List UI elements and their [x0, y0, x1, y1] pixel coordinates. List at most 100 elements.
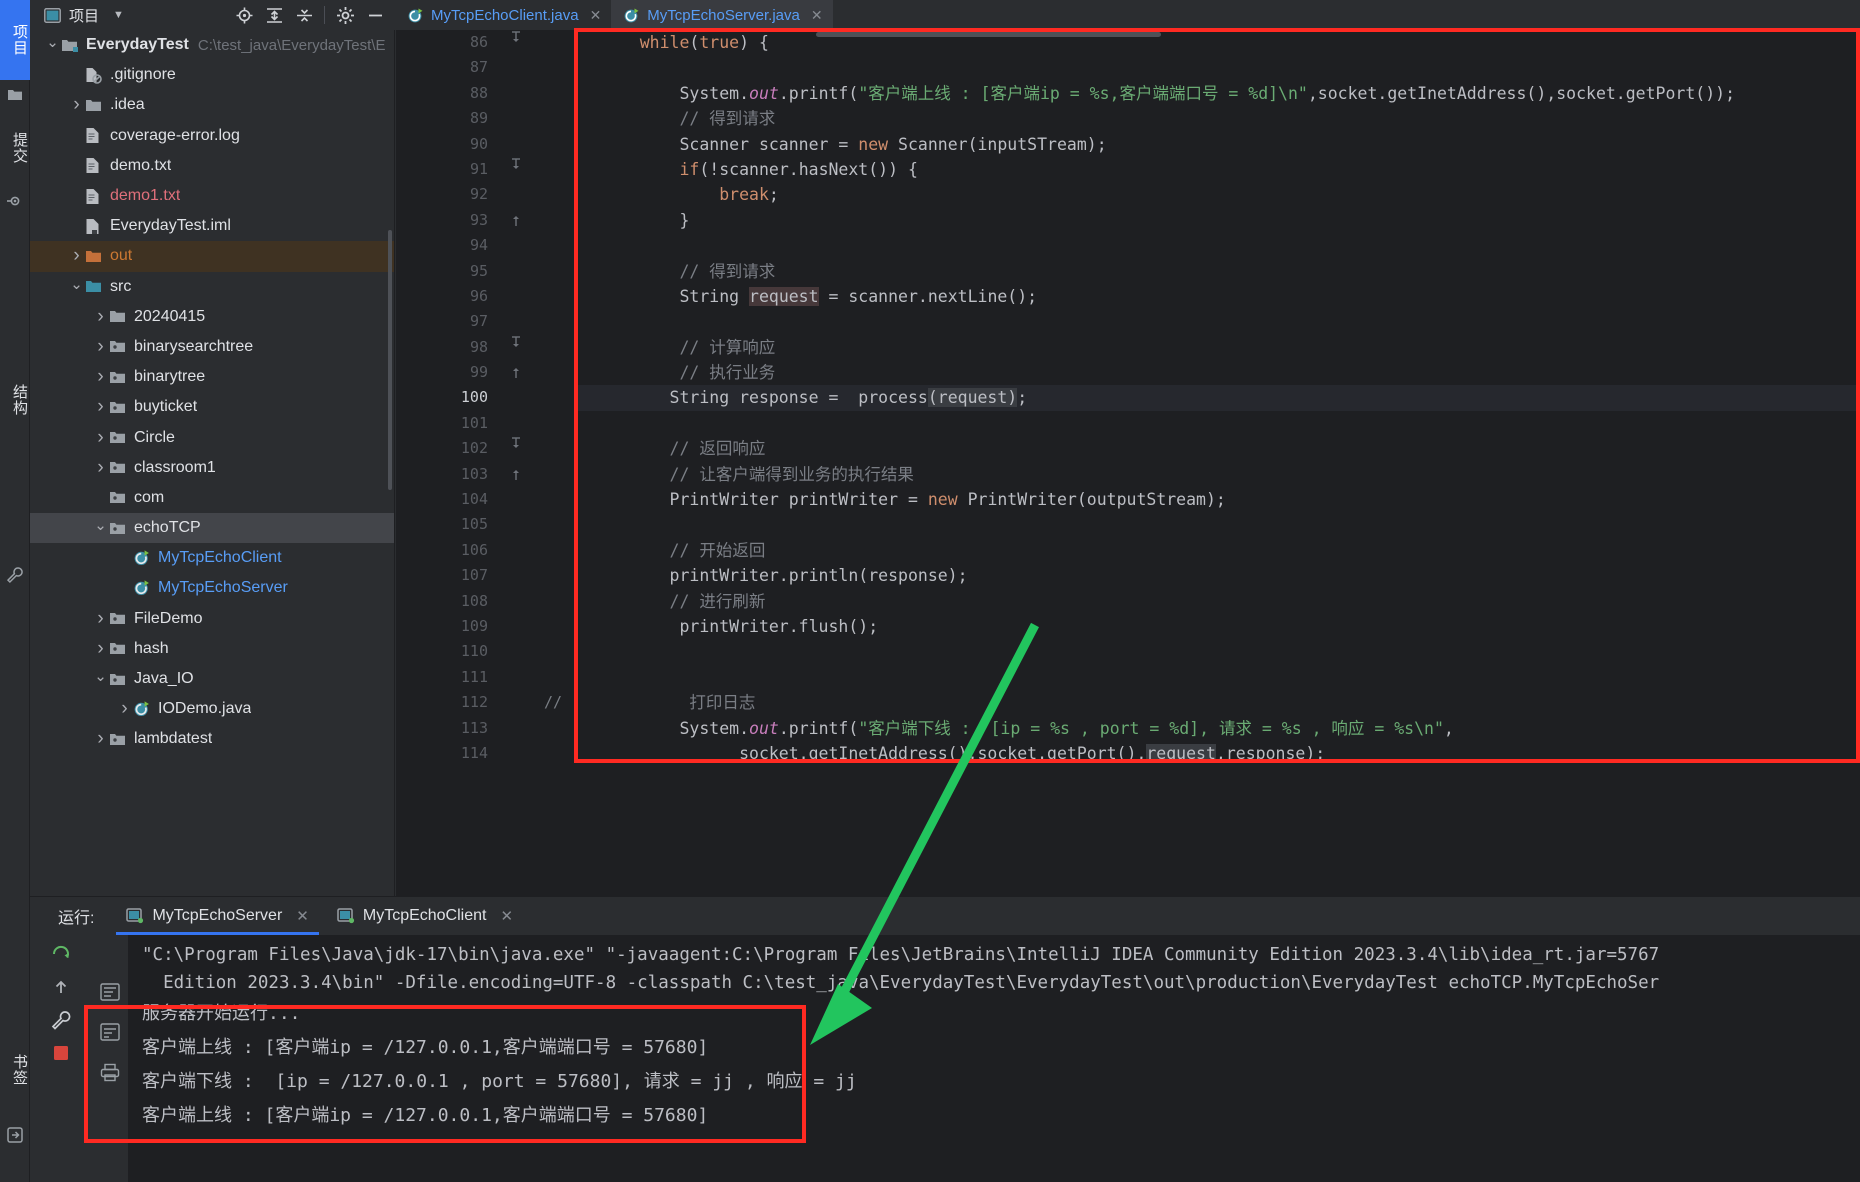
gutter-marker-slot[interactable]	[496, 462, 536, 487]
close-icon[interactable]: ✕	[500, 907, 513, 925]
gutter-marker-slot[interactable]	[496, 665, 536, 690]
editor-tab-mytcpechoserver[interactable]: MyTcpEchoServer.java ✕	[611, 0, 832, 30]
chevron-down-icon[interactable]: ⌄	[70, 275, 83, 293]
tree-item-mytcpechoclient[interactable]: MyTcpEchoClient	[30, 543, 394, 573]
gutter-marker-slot[interactable]	[496, 690, 536, 715]
tree-item-buyticket[interactable]: ›buyticket	[30, 392, 394, 422]
fold-slot[interactable]	[536, 106, 576, 131]
tree-item-mytcpechoserver[interactable]: MyTcpEchoServer	[30, 573, 394, 603]
chevron-right-icon[interactable]: ›	[94, 427, 107, 449]
tool-window-bookmarks[interactable]: 书签	[0, 1030, 30, 1110]
stop-icon[interactable]	[48, 1043, 74, 1063]
close-icon[interactable]: ✕	[590, 7, 602, 24]
chevron-right-icon[interactable]: ›	[94, 396, 107, 418]
gutter-marker-slot[interactable]	[496, 512, 536, 537]
fold-slot[interactable]	[536, 538, 576, 563]
code-line[interactable]: printWriter.flush();	[576, 614, 1860, 639]
tree-item-lambdatest[interactable]: ›lambdatest	[30, 724, 394, 754]
editor-fold-column[interactable]: //	[536, 30, 576, 896]
run-icon[interactable]	[0, 1120, 30, 1150]
gutter-marker-slot[interactable]	[496, 106, 536, 131]
tree-item-iodemo-java[interactable]: ›IODemo.java	[30, 694, 394, 724]
code-line[interactable]	[576, 512, 1860, 537]
code-editor[interactable]: 8687888990919293949596979899100101102103…	[396, 30, 1860, 896]
gutter-marker-slot[interactable]	[496, 741, 536, 766]
tree-item-coverage-error-log[interactable]: coverage-error.log	[30, 121, 394, 151]
chevron-right-icon[interactable]: ›	[70, 94, 83, 116]
chevron-right-icon[interactable]: ›	[70, 245, 83, 267]
tree-item-binarytree[interactable]: ›binarytree	[30, 362, 394, 392]
close-icon[interactable]: ✕	[811, 7, 823, 24]
fold-slot[interactable]	[536, 208, 576, 233]
gutter-marker-slot[interactable]	[496, 233, 536, 258]
fold-slot[interactable]	[536, 462, 576, 487]
gutter-marker-slot[interactable]	[496, 55, 536, 80]
tree-item-binarysearchtree[interactable]: ›binarysearchtree	[30, 332, 394, 362]
fold-slot[interactable]	[536, 233, 576, 258]
editor-horizontal-scrollbar[interactable]	[816, 32, 1161, 37]
fold-slot[interactable]	[536, 563, 576, 588]
tree-item-demo1-txt[interactable]: demo1.txt	[30, 181, 394, 211]
fold-slot[interactable]	[536, 665, 576, 690]
collapse-all-icon[interactable]	[294, 5, 314, 25]
expand-all-icon[interactable]	[264, 5, 284, 25]
editor-tab-mytcpechoclient[interactable]: MyTcpEchoClient.java ✕	[395, 0, 611, 30]
fold-slot[interactable]	[536, 132, 576, 157]
gutter-marker-slot[interactable]	[496, 487, 536, 512]
gutter-marker-slot[interactable]	[496, 716, 536, 741]
tree-item-out[interactable]: ›out	[30, 241, 394, 271]
code-line[interactable]: // 开始返回	[576, 538, 1860, 563]
sidebar-scrollbar[interactable]	[388, 230, 392, 490]
chevron-down-icon[interactable]: ⌄	[46, 33, 59, 51]
gutter-marker-slot[interactable]	[496, 589, 536, 614]
tree-item-src[interactable]: ⌄src	[30, 272, 394, 302]
fold-slot[interactable]	[536, 639, 576, 664]
gutter-marker-slot[interactable]	[496, 335, 536, 360]
chevron-right-icon[interactable]: ›	[94, 366, 107, 388]
fold-slot[interactable]: //	[536, 690, 576, 715]
code-line[interactable]: // 进行刷新	[576, 589, 1860, 614]
version-control-icon[interactable]	[0, 186, 30, 216]
gutter-marker-slot[interactable]	[496, 436, 536, 461]
gutter-marker-slot[interactable]	[496, 614, 536, 639]
code-line[interactable]	[576, 55, 1860, 80]
code-line[interactable]	[576, 233, 1860, 258]
code-line[interactable]: break;	[576, 182, 1860, 207]
tree-item-idea[interactable]: ›.idea	[30, 90, 394, 120]
soft-wrap-icon[interactable]	[97, 979, 123, 1005]
chevron-right-icon[interactable]: ›	[94, 336, 107, 358]
fold-slot[interactable]	[536, 436, 576, 461]
tool-window-project[interactable]: 项目	[0, 0, 30, 80]
chevron-down-icon[interactable]: ⌄	[94, 516, 107, 534]
gutter-marker-slot[interactable]	[496, 563, 536, 588]
locate-icon[interactable]	[234, 5, 254, 25]
fold-slot[interactable]	[536, 716, 576, 741]
editor-gutter-marks[interactable]	[496, 30, 536, 896]
chevron-down-icon[interactable]: ▼	[113, 9, 124, 21]
chevron-right-icon[interactable]: ›	[118, 698, 131, 720]
gutter-marker-slot[interactable]	[496, 309, 536, 334]
gutter-marker-slot[interactable]	[496, 81, 536, 106]
rerun-icon[interactable]	[48, 943, 74, 965]
gutter-marker-slot[interactable]	[496, 411, 536, 436]
run-tab-mytcpechoserver[interactable]: MyTcpEchoServer ✕	[112, 897, 322, 935]
code-line[interactable]: // 得到请求	[576, 259, 1860, 284]
tree-item-everydaytest-iml[interactable]: EverydayTest.iml	[30, 211, 394, 241]
gutter-marker-slot[interactable]	[496, 182, 536, 207]
fold-slot[interactable]	[536, 512, 576, 537]
fold-slot[interactable]	[536, 55, 576, 80]
fold-slot[interactable]	[536, 360, 576, 385]
fold-slot[interactable]	[536, 411, 576, 436]
code-line[interactable]: printWriter.println(response);	[576, 563, 1860, 588]
tool-window-commit[interactable]: 提交	[0, 110, 30, 186]
tree-item-hash[interactable]: ›hash	[30, 634, 394, 664]
chevron-right-icon[interactable]: ›	[94, 306, 107, 328]
code-line[interactable]	[576, 411, 1860, 436]
fold-slot[interactable]	[536, 182, 576, 207]
code-line[interactable]: Scanner scanner = new Scanner(inputSTrea…	[576, 132, 1860, 157]
chevron-right-icon[interactable]: ›	[94, 638, 107, 660]
tree-item-com[interactable]: com	[30, 483, 394, 513]
fold-slot[interactable]	[536, 259, 576, 284]
chevron-right-icon[interactable]: ›	[94, 728, 107, 750]
tree-item-classroom1[interactable]: ›classroom1	[30, 453, 394, 483]
